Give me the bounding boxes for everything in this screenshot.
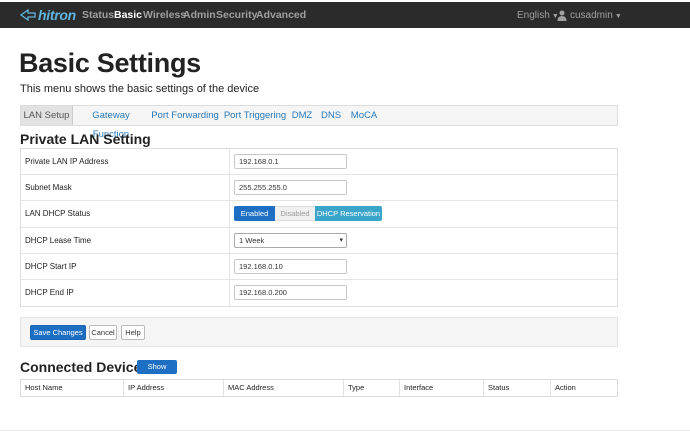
subnet-mask-row: Subnet Mask 255.255.255.0	[21, 175, 617, 202]
footer-divider	[0, 430, 690, 431]
col-ip-address: IP Address	[123, 380, 223, 396]
cell-divider	[229, 253, 230, 279]
nav-status[interactable]: Status	[82, 9, 114, 22]
username-label: cusadmin	[570, 10, 613, 21]
lan-ip-row: Private LAN IP Address 192.168.0.1	[21, 149, 617, 176]
lease-time-label: DHCP Lease Time	[25, 235, 92, 245]
cell-divider	[229, 227, 230, 253]
user-icon	[557, 10, 567, 21]
lan-ip-label: Private LAN IP Address	[25, 157, 109, 166]
devices-table: Host Name IP Address MAC Address Type In…	[20, 379, 618, 397]
tab-dmz[interactable]: DMZ	[289, 106, 315, 125]
col-type: Type	[343, 380, 399, 396]
cancel-button[interactable]: Cancel	[89, 325, 117, 340]
dhcp-end-row: DHCP End IP 192.168.0.200	[21, 280, 617, 307]
col-host-name: Host Name	[25, 383, 63, 392]
col-action: Action	[550, 380, 617, 396]
dhcp-end-input[interactable]: 192.168.0.200	[234, 285, 347, 300]
language-dropdown[interactable]: English ▼	[517, 10, 559, 23]
help-button[interactable]: Help	[121, 325, 145, 340]
tab-port-forwarding[interactable]: Port Forwarding	[151, 106, 219, 125]
dhcp-status-row: LAN DHCP Status Enabled Disabled DHCP Re…	[21, 201, 617, 228]
form-actions: Save Changes Cancel Help	[20, 317, 618, 347]
lease-time-row: DHCP Lease Time 1 Week ▾	[21, 227, 617, 254]
dhcp-status-label: LAN DHCP Status	[25, 209, 91, 219]
dhcp-enabled-button[interactable]: Enabled	[234, 206, 275, 222]
cell-divider	[229, 280, 230, 307]
nav-basic[interactable]: Basic	[114, 9, 142, 22]
tab-lan-setup[interactable]: LAN Setup	[21, 106, 73, 125]
col-interface: Interface	[399, 380, 483, 396]
dhcp-start-row: DHCP Start IP 192.168.0.10	[21, 253, 617, 280]
nav-advanced[interactable]: Advanced	[256, 9, 306, 22]
page-subtitle: This menu shows the basic settings of th…	[20, 83, 260, 95]
show-devices-button[interactable]: Show	[137, 360, 177, 374]
subnet-mask-label: Subnet Mask	[25, 183, 72, 193]
col-mac-address: MAC Address	[223, 380, 343, 396]
nav-admin[interactable]: Admin	[183, 9, 216, 22]
dhcp-start-input[interactable]: 192.168.0.10	[234, 258, 347, 274]
dhcp-start-label: DHCP Start IP	[25, 261, 77, 271]
top-navbar: hitron Status Basic Wireless Admin Secur…	[0, 2, 690, 28]
chevron-down-icon: ▼	[614, 13, 622, 20]
language-label: English	[517, 10, 550, 21]
cell-divider	[229, 175, 230, 201]
dhcp-disabled-button[interactable]: Disabled	[275, 206, 315, 222]
brand-logo[interactable]: hitron	[20, 7, 76, 23]
devices-section-title: Connected Devices	[20, 359, 150, 375]
dhcp-end-label: DHCP End IP	[25, 288, 74, 297]
tab-moca[interactable]: MoCA	[347, 106, 381, 125]
tab-dns[interactable]: DNS	[318, 106, 344, 125]
settings-tabs: LAN Setup Gateway Function Port Forwardi…	[20, 105, 618, 140]
nav-wireless[interactable]: Wireless	[143, 9, 186, 22]
cell-divider	[229, 201, 230, 227]
lan-settings-table: Private LAN IP Address 192.168.0.1 Subne…	[20, 148, 618, 307]
lease-time-value: 1 Week	[239, 235, 265, 245]
subnet-mask-input[interactable]: 255.255.255.0	[234, 180, 347, 196]
tab-port-triggering[interactable]: Port Triggering	[223, 106, 287, 125]
lease-time-select[interactable]: 1 Week ▾	[234, 232, 347, 248]
dhcp-reservation-button[interactable]: DHCP Reservation	[315, 206, 382, 222]
save-changes-button[interactable]: Save Changes	[30, 325, 86, 340]
page-title: Basic Settings	[19, 48, 201, 78]
chevron-down-icon: ▾	[339, 236, 343, 244]
lan-section-title: Private LAN Setting	[20, 131, 151, 147]
user-menu[interactable]: cusadmin ▼	[570, 10, 622, 23]
brand-name: hitron	[38, 7, 76, 23]
col-status: Status	[483, 380, 550, 396]
lan-ip-input[interactable]: 192.168.0.1	[234, 154, 347, 169]
hitron-logo-icon	[20, 9, 36, 21]
cell-divider	[229, 149, 230, 175]
tab-gateway-function[interactable]: Gateway Function	[75, 106, 147, 140]
nav-security[interactable]: Security	[216, 9, 257, 22]
